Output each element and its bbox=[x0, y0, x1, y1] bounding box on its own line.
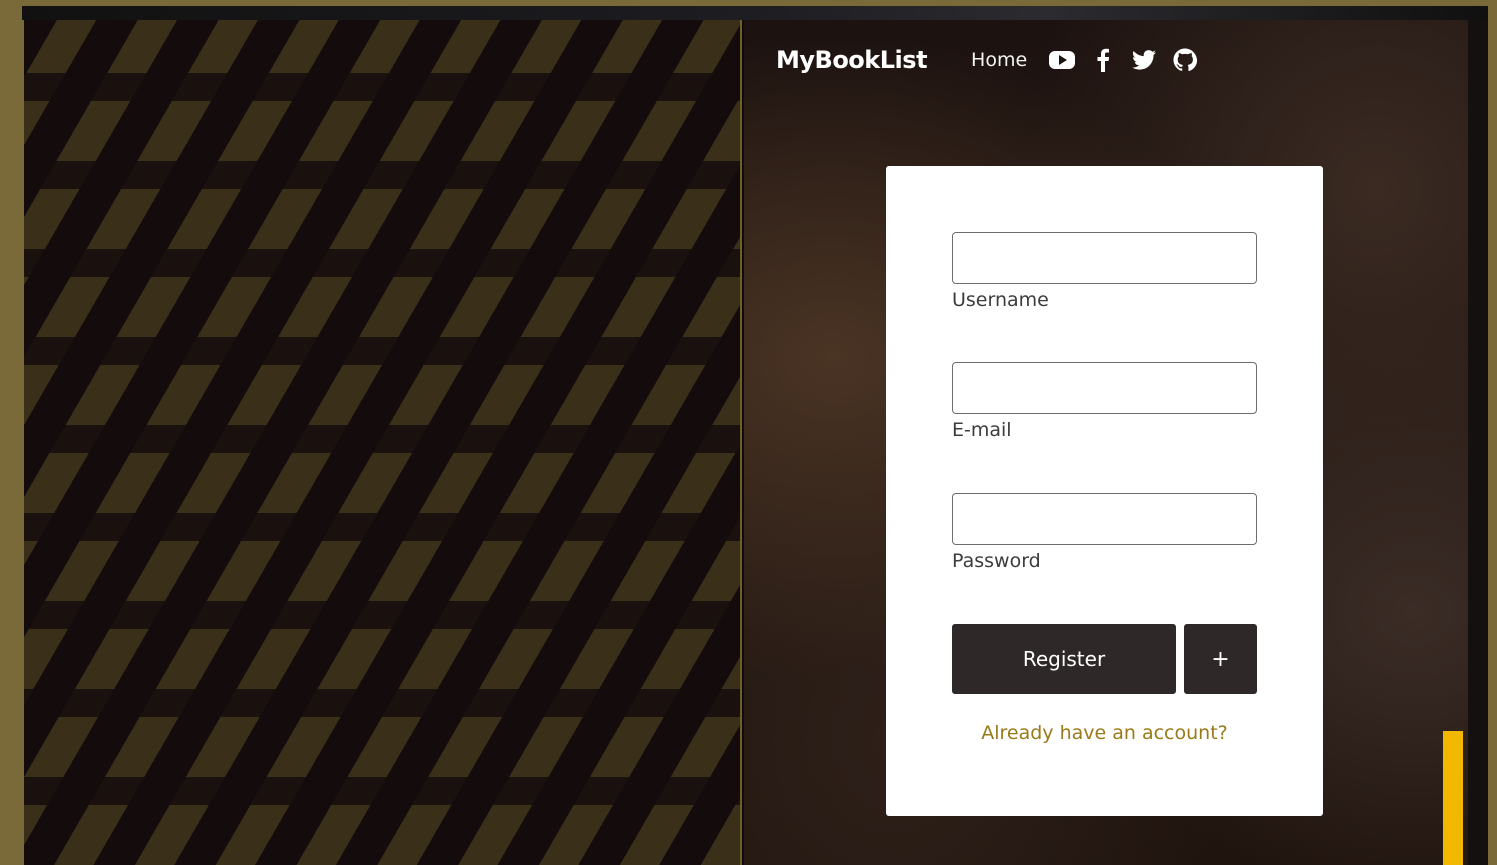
button-row: Register + bbox=[952, 624, 1257, 694]
register-button[interactable]: Register bbox=[952, 624, 1176, 694]
username-field-group: Username bbox=[952, 232, 1257, 311]
pattern-overlay bbox=[24, 20, 740, 865]
register-card: Username E-mail Password Register + Alre… bbox=[886, 166, 1323, 816]
github-icon[interactable] bbox=[1172, 47, 1198, 73]
username-input[interactable] bbox=[952, 232, 1257, 284]
password-field-group: Password bbox=[952, 493, 1257, 572]
email-label: E-mail bbox=[952, 419, 1012, 441]
navbar: MyBookList Home bbox=[776, 40, 1213, 80]
brand-logo[interactable]: MyBookList bbox=[776, 46, 928, 74]
password-label: Password bbox=[952, 550, 1041, 572]
yellow-accent-bar bbox=[1443, 731, 1463, 865]
plus-button[interactable]: + bbox=[1184, 624, 1257, 694]
twitter-icon[interactable] bbox=[1131, 47, 1157, 73]
youtube-icon[interactable] bbox=[1049, 47, 1076, 73]
username-label: Username bbox=[952, 289, 1049, 311]
email-field-group: E-mail bbox=[952, 362, 1257, 441]
facebook-icon[interactable] bbox=[1090, 47, 1116, 73]
right-edge bbox=[1468, 20, 1488, 865]
password-input[interactable] bbox=[952, 493, 1257, 545]
top-strip bbox=[22, 6, 1488, 20]
pattern-panel bbox=[22, 20, 742, 865]
nav-home-link[interactable]: Home bbox=[971, 49, 1027, 71]
email-input[interactable] bbox=[952, 362, 1257, 414]
login-link[interactable]: Already have an account? bbox=[886, 722, 1323, 744]
